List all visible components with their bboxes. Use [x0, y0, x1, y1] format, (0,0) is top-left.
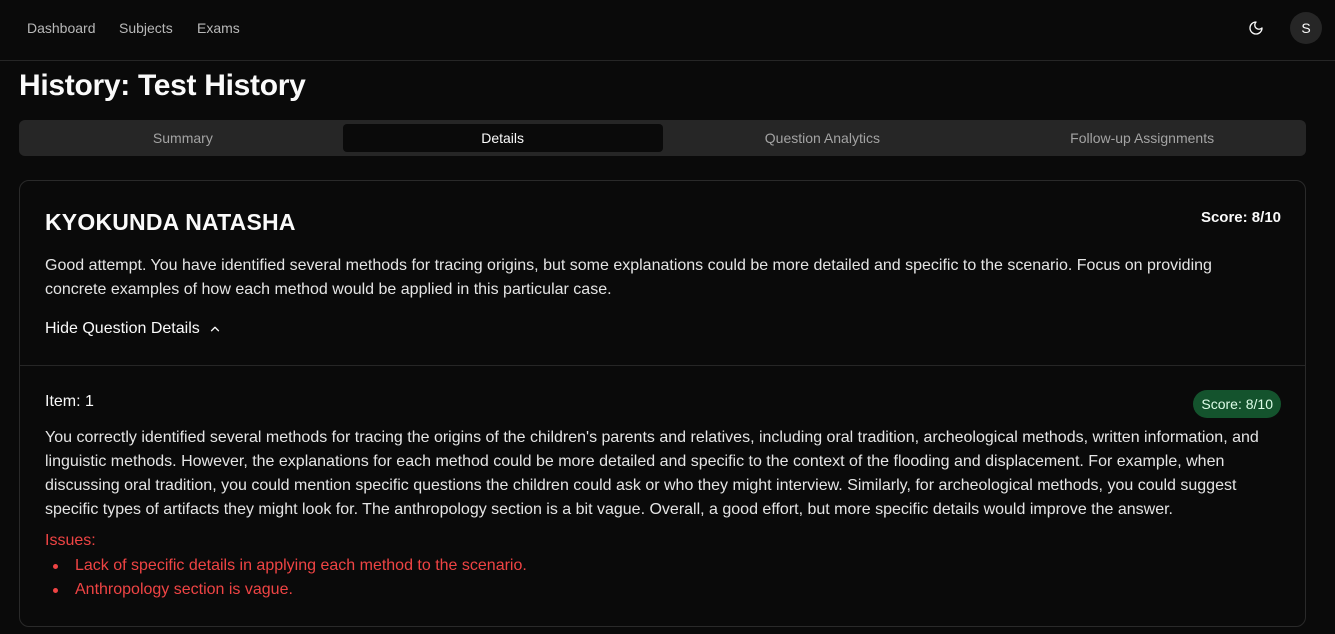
- tab-follow-up-assignments[interactable]: Follow-up Assignments: [982, 124, 1302, 152]
- divider: [20, 365, 1305, 366]
- item-score-badge: Score: 8/10: [1193, 390, 1281, 418]
- issues-list: Lack of specific details in applying eac…: [45, 554, 527, 602]
- chevron-up-icon: [210, 326, 219, 332]
- toggle-details-label: Hide Question Details: [45, 320, 200, 337]
- issue-item: Lack of specific details in applying eac…: [45, 554, 527, 578]
- student-result-card: KYOKUNDA NATASHA Score: 8/10 Good attemp…: [19, 180, 1306, 627]
- avatar-initial: S: [1301, 20, 1311, 36]
- student-total-score: Score: 8/10: [1200, 209, 1281, 226]
- tab-details[interactable]: Details: [342, 124, 663, 152]
- item-label: Item: 1: [45, 393, 94, 410]
- top-navbar: Dashboard Subjects Exams S: [0, 0, 1335, 61]
- tab-question-analytics[interactable]: Question Analytics: [663, 124, 983, 152]
- nav-dashboard-link[interactable]: Dashboard: [27, 19, 96, 37]
- item-feedback: You correctly identified several methods…: [45, 429, 1259, 518]
- tab-list: Summary Details Question Analytics Follo…: [19, 120, 1306, 156]
- theme-toggle-button[interactable]: [1246, 18, 1266, 38]
- issue-item: Anthropology section is vague.: [45, 578, 527, 602]
- tab-summary[interactable]: Summary: [23, 124, 343, 152]
- nav-exams-link[interactable]: Exams: [197, 19, 240, 37]
- nav-subjects-link[interactable]: Subjects: [119, 19, 173, 37]
- issues-heading: Issues:: [45, 532, 96, 549]
- student-name: KYOKUNDA NATASHA: [45, 209, 296, 235]
- hide-question-details-button[interactable]: Hide Question Details: [45, 320, 222, 338]
- page-title: History: Test History: [19, 69, 306, 102]
- overall-feedback: Good attempt. You have identified severa…: [45, 257, 1212, 298]
- moon-icon: [1249, 21, 1263, 35]
- user-avatar[interactable]: S: [1290, 12, 1322, 44]
